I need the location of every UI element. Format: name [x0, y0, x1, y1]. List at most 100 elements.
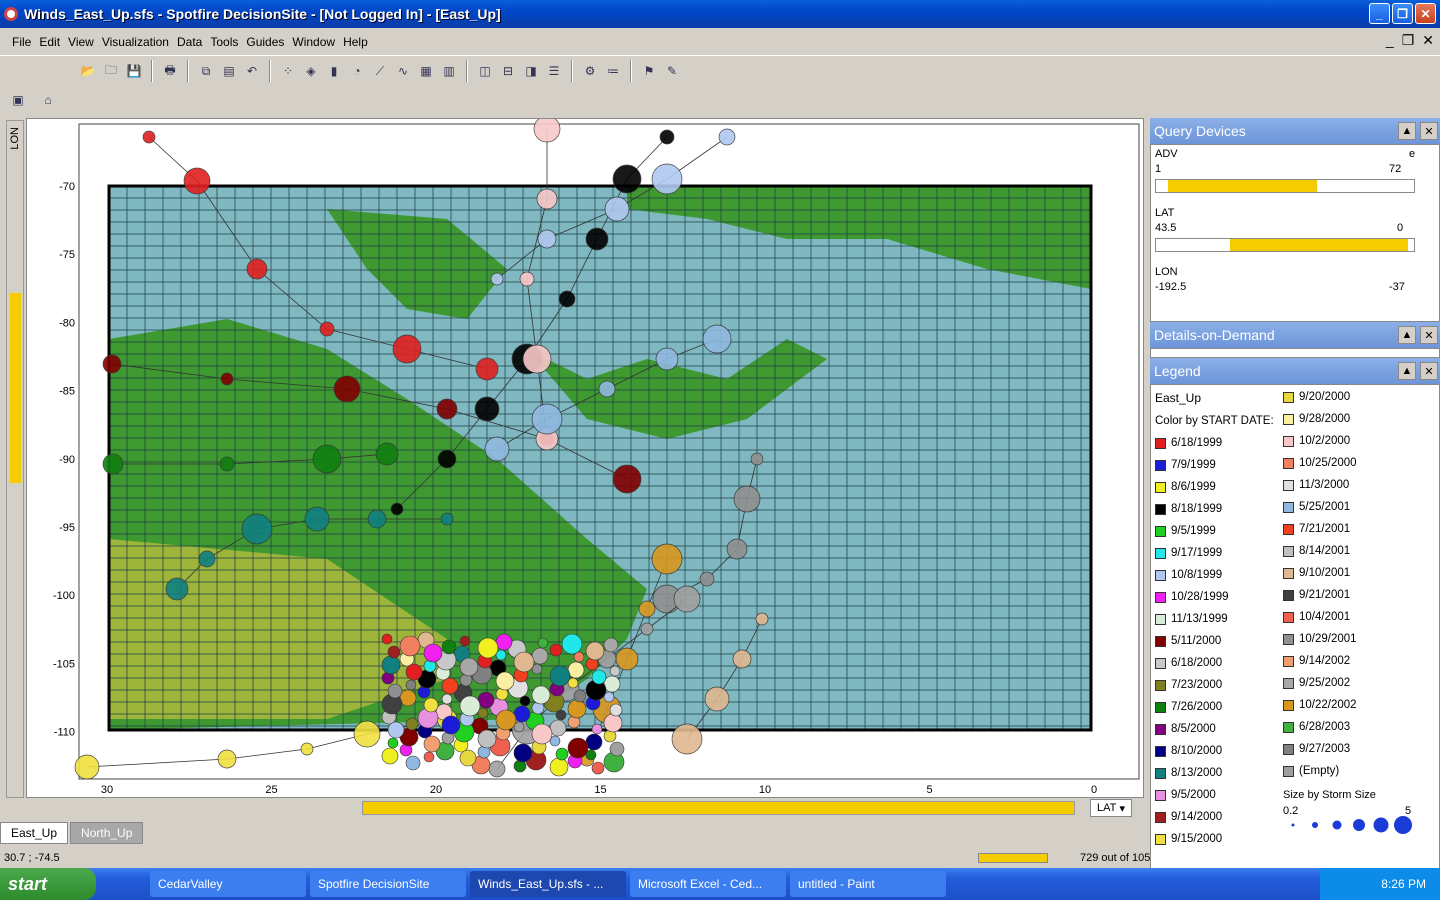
legend-item[interactable]: 7/26/2000: [1155, 701, 1222, 713]
close-icon[interactable]: ✕: [1420, 326, 1438, 344]
legend-item[interactable]: 6/18/1999: [1155, 437, 1222, 449]
properties-icon[interactable]: ⚙: [580, 61, 600, 81]
menu-tools[interactable]: Tools: [210, 35, 238, 49]
mdi-minimize-icon[interactable]: _: [1386, 32, 1394, 49]
menu-file[interactable]: File: [12, 35, 31, 49]
paste-icon[interactable]: ▤: [219, 61, 239, 81]
copy-icon[interactable]: ⧉: [196, 61, 216, 81]
legend-item[interactable]: 8/13/2000: [1155, 767, 1222, 779]
close-icon[interactable]: ✕: [1420, 122, 1438, 140]
tab-north-up[interactable]: North_Up: [70, 822, 144, 844]
line-chart-icon[interactable]: ⟋: [370, 61, 390, 81]
mdi-restore-icon[interactable]: ❐: [1402, 32, 1415, 49]
lat-axis-selector[interactable]: LAT ▾: [1090, 799, 1132, 817]
legend-item[interactable]: 10/28/1999: [1155, 591, 1229, 603]
tool-icon[interactable]: ✎: [662, 61, 682, 81]
legend-item[interactable]: 9/15/2000: [1155, 833, 1222, 845]
legend-item[interactable]: 9/28/2000: [1283, 413, 1350, 425]
legend-item[interactable]: 10/8/1999: [1155, 569, 1222, 581]
legend-item[interactable]: 9/27/2003: [1283, 743, 1350, 755]
storm-track-map[interactable]: -70 -75 -80 -85 -90 -95 -100 -105 -110 30 25 20 15 10…: [27, 115, 1145, 799]
minimize-button[interactable]: _: [1369, 3, 1390, 24]
layout-4-icon[interactable]: ☰: [544, 61, 564, 81]
lat-range-slider[interactable]: [1155, 238, 1415, 252]
menu-edit[interactable]: Edit: [39, 35, 60, 49]
restore-button[interactable]: ❐: [1392, 3, 1413, 24]
scatter-plot-icon[interactable]: ⁘: [278, 61, 298, 81]
bookmark-icon[interactable]: ⚑: [639, 61, 659, 81]
legend-item[interactable]: 5/11/2000: [1155, 635, 1221, 647]
legend-item[interactable]: 10/2/2000: [1283, 435, 1350, 447]
close-icon[interactable]: ✕: [1420, 362, 1438, 380]
scatter-plot[interactable]: -70 -75 -80 -85 -90 -95 -100 -105 -110 30 25 20 15 10…: [26, 115, 1145, 799]
lat-range-track[interactable]: [362, 801, 1075, 815]
collapse-icon[interactable]: ▲: [1398, 122, 1416, 140]
menu-guides[interactable]: Guides: [246, 35, 284, 49]
menu-window[interactable]: Window: [292, 35, 335, 49]
menu-visualization[interactable]: Visualization: [102, 35, 169, 49]
start-button[interactable]: start: [0, 868, 96, 900]
bar-chart-icon[interactable]: ▮: [324, 61, 344, 81]
legend-item[interactable]: 9/14/2000: [1155, 811, 1222, 823]
open-file-icon[interactable]: 🗀: [101, 61, 121, 81]
legend-item[interactable]: 9/5/1999: [1155, 525, 1216, 537]
heat-map-icon[interactable]: ▦: [416, 61, 436, 81]
task-paint[interactable]: untitled - Paint: [790, 871, 946, 897]
legend-item[interactable]: 9/5/2000: [1155, 789, 1216, 801]
collapse-icon[interactable]: ▲: [1398, 326, 1416, 344]
legend-item[interactable]: (Empty): [1283, 765, 1339, 777]
task-cedarvalley[interactable]: CedarValley: [150, 871, 306, 897]
legend-item[interactable]: 8/14/2001: [1283, 545, 1350, 557]
home-icon[interactable]: ⌂: [38, 90, 58, 110]
save-icon[interactable]: 💾: [124, 61, 144, 81]
undo-icon[interactable]: ↶: [242, 61, 262, 81]
legend-item[interactable]: 7/23/2000: [1155, 679, 1222, 691]
legend-item[interactable]: 10/25/2000: [1283, 457, 1357, 469]
guide-icon[interactable]: ▣: [8, 90, 28, 110]
legend-item[interactable]: 11/3/2000: [1283, 479, 1349, 491]
legend-item[interactable]: 9/14/2002: [1283, 655, 1350, 667]
legend-item[interactable]: 10/29/2001: [1283, 633, 1357, 645]
layout-1-icon[interactable]: ◫: [475, 61, 495, 81]
menu-data[interactable]: Data: [177, 35, 202, 49]
legend-item[interactable]: 6/18/2000: [1155, 657, 1222, 669]
pie-chart-icon[interactable]: ◔: [347, 61, 367, 81]
legend-item[interactable]: 11/13/1999: [1155, 613, 1228, 625]
menu-view[interactable]: View: [68, 35, 94, 49]
table-icon[interactable]: ▥: [439, 61, 459, 81]
legend-item[interactable]: 9/20/2000: [1283, 391, 1350, 403]
open-folder-icon[interactable]: 📂: [78, 61, 98, 81]
menu-help[interactable]: Help: [343, 35, 368, 49]
legend-item[interactable]: 10/22/2002: [1283, 699, 1357, 711]
legend-item[interactable]: 9/21/2001: [1283, 589, 1350, 601]
task-winds-east-up[interactable]: Winds_East_Up.sfs - ...: [470, 871, 626, 897]
legend-item[interactable]: 7/21/2001: [1283, 523, 1350, 535]
legend-item[interactable]: 9/10/2001: [1283, 567, 1350, 579]
legend-item[interactable]: 8/10/2000: [1155, 745, 1222, 757]
print-icon[interactable]: 🖶: [160, 61, 180, 81]
legend-toggle-icon[interactable]: ≔: [603, 61, 623, 81]
adv-range-slider[interactable]: [1155, 179, 1415, 193]
layout-2-icon[interactable]: ⊟: [498, 61, 518, 81]
lat-axis-scrollbar[interactable]: LAT ▾: [26, 798, 1144, 818]
mdi-close-icon[interactable]: ✕: [1422, 32, 1434, 49]
lon-axis-scrollbar[interactable]: LON: [6, 120, 24, 798]
legend-item[interactable]: 8/18/1999: [1155, 503, 1222, 515]
legend-item[interactable]: 9/25/2002: [1283, 677, 1350, 689]
legend-item[interactable]: 6/28/2003: [1283, 721, 1350, 733]
legend-item[interactable]: 5/25/2001: [1283, 501, 1350, 513]
legend-item[interactable]: 10/4/2001: [1283, 611, 1350, 623]
layout-3-icon[interactable]: ◨: [521, 61, 541, 81]
collapse-icon[interactable]: ▲: [1398, 362, 1416, 380]
task-excel[interactable]: Microsoft Excel - Ced...: [630, 871, 786, 897]
legend-item[interactable]: 8/6/1999: [1155, 481, 1216, 493]
legend-item[interactable]: 7/9/1999: [1155, 459, 1216, 471]
3d-scatter-icon[interactable]: ◈: [301, 61, 321, 81]
task-spotfire[interactable]: Spotfire DecisionSite: [310, 871, 466, 897]
tab-east-up[interactable]: East_Up: [0, 822, 69, 844]
close-button[interactable]: ✕: [1415, 3, 1436, 24]
legend-item[interactable]: 8/5/2000: [1155, 723, 1216, 735]
legend-item[interactable]: 9/17/1999: [1155, 547, 1222, 559]
lon-range-track[interactable]: [10, 293, 21, 483]
profile-chart-icon[interactable]: ∿: [393, 61, 413, 81]
